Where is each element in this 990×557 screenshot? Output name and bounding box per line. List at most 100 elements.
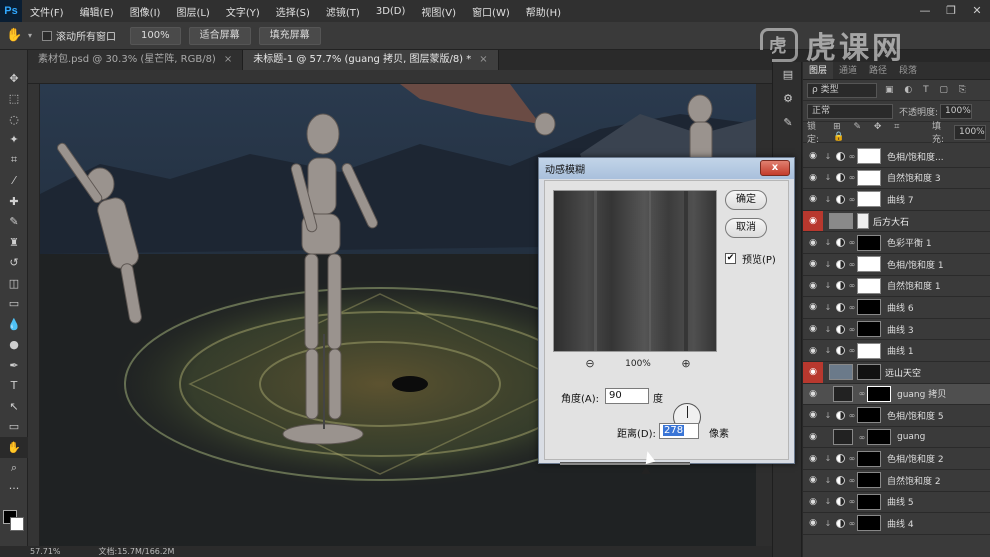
layer-row[interactable]: ◉ ↓ ∞ 曲线 4 <box>803 513 990 535</box>
chain-icon[interactable]: ∞ <box>857 433 867 442</box>
layer-mask-thumb[interactable] <box>857 277 881 294</box>
eye-icon[interactable]: ◉ <box>803 432 823 442</box>
layer-row[interactable]: ◉ ↓ ∞ 色相/饱和度 5 <box>803 405 990 427</box>
stamp-tool-icon[interactable]: ♜ <box>0 232 28 253</box>
distance-slider-thumb[interactable] <box>641 467 651 474</box>
restore-icon[interactable]: ❐ <box>938 0 964 22</box>
layer-mask-thumb[interactable] <box>857 256 881 273</box>
layer-group-row[interactable]: ◉ 远山天空 <box>803 361 990 384</box>
layer-row[interactable]: ◉ ↓ ∞ 曲线 6 <box>803 297 990 319</box>
healing-tool-icon[interactable]: ✚ <box>0 191 28 212</box>
menu-3d[interactable]: 3D(D) <box>368 6 414 17</box>
layer-mask-thumb[interactable] <box>857 407 881 424</box>
zoom-readout[interactable]: 57.71% <box>30 546 61 557</box>
angle-input[interactable]: 90 <box>605 388 649 404</box>
blend-mode-select[interactable]: 正常 <box>807 103 893 119</box>
scroll-all-checkbox[interactable] <box>42 30 53 41</box>
preview-checkbox-row[interactable]: ✔ 预览(P) <box>725 251 776 266</box>
eye-icon[interactable]: ◉ <box>803 259 823 269</box>
zoom-out-icon[interactable]: ⊖ <box>583 357 597 371</box>
layer-row[interactable]: ◉ ↓ ∞ 色相/饱和度 1 <box>803 254 990 276</box>
menu-layer[interactable]: 图层(L) <box>168 4 217 19</box>
crop-tool-icon[interactable]: ⌗ <box>0 150 28 171</box>
chevron-down-icon[interactable]: ▾ <box>28 31 32 40</box>
layer-row[interactable]: ◉ ↓ ∞ 曲线 5 <box>803 492 990 514</box>
menu-view[interactable]: 视图(V) <box>413 4 464 19</box>
layer-row-selected[interactable]: ◉ ∞ guang 拷贝 <box>803 383 990 406</box>
eye-icon[interactable]: ◉ <box>803 346 823 356</box>
chain-icon[interactable]: ∞ <box>847 303 857 312</box>
distance-slider-track[interactable] <box>560 462 690 465</box>
eye-icon[interactable]: ◉ <box>803 410 823 420</box>
layer-mask-thumb[interactable] <box>857 450 881 467</box>
layer-mask-thumb[interactable] <box>857 148 881 165</box>
layer-mask-thumb[interactable] <box>857 364 881 381</box>
move-tool-icon[interactable]: ✥ <box>0 68 28 89</box>
layer-group-row[interactable]: ◉ 后方大石 <box>803 210 990 233</box>
layer-row[interactable]: ◉ ↓ ∞ 色相/饱和度 2 <box>803 448 990 470</box>
chain-icon[interactable]: ∞ <box>847 454 857 463</box>
tab-channels[interactable]: 通道 <box>833 62 863 79</box>
pen-tool-icon[interactable]: ✒ <box>0 355 28 376</box>
tab-paths[interactable]: 路径 <box>863 62 893 79</box>
chain-icon[interactable]: ∞ <box>847 195 857 204</box>
eye-icon[interactable]: ◉ <box>803 475 823 485</box>
eyedropper-tool-icon[interactable]: ⁄ <box>0 171 28 192</box>
eye-icon[interactable]: ◉ <box>803 151 823 161</box>
dodge-tool-icon[interactable]: ● <box>0 335 28 356</box>
chain-icon[interactable]: ∞ <box>847 281 857 290</box>
close-tab-icon[interactable]: × <box>224 54 232 65</box>
chain-icon[interactable]: ∞ <box>847 260 857 269</box>
magic-wand-tool-icon[interactable]: ✦ <box>0 130 28 151</box>
chain-icon[interactable]: ∞ <box>847 476 857 485</box>
menu-edit[interactable]: 编辑(E) <box>72 4 122 19</box>
lasso-tool-icon[interactable]: ◌ <box>0 109 28 130</box>
tab-layers[interactable]: 图层 <box>803 62 834 79</box>
eye-icon[interactable]: ◉ <box>803 389 823 399</box>
layer-mask-thumb[interactable] <box>857 321 881 338</box>
layer-row[interactable]: ◉ ↓ ∞ 曲线 1 <box>803 340 990 362</box>
dialog-titlebar[interactable]: 动感模糊 x <box>539 158 794 179</box>
eye-icon[interactable]: ◉ <box>803 497 823 507</box>
adjustments-panel-icon[interactable]: ✎ <box>773 110 803 134</box>
eye-icon[interactable]: ◉ <box>803 518 823 528</box>
layer-row[interactable]: ◉ ↓ ∞ 色彩平衡 1 <box>803 232 990 254</box>
eraser-tool-icon[interactable]: ◫ <box>0 273 28 294</box>
layer-row[interactable]: ◉ ∞ guang <box>803 427 990 449</box>
dialog-close-button[interactable]: x <box>760 160 790 176</box>
eye-icon[interactable]: ◉ <box>803 173 823 183</box>
tab-paragraph[interactable]: 段落 <box>893 62 923 79</box>
tab-document-2[interactable]: 未标题-1 @ 57.7% (guang 拷贝, 图层蒙版/8) * × <box>243 50 499 70</box>
layer-row[interactable]: ◉ ↓ ∞ 曲线 7 <box>803 189 990 211</box>
opacity-input[interactable]: 100% <box>940 103 973 119</box>
preview-checkbox[interactable]: ✔ <box>725 253 736 264</box>
chain-icon[interactable]: ∞ <box>847 411 857 420</box>
cancel-button[interactable]: 取消 <box>725 218 767 238</box>
menu-window[interactable]: 窗口(W) <box>464 4 518 19</box>
layer-mask-thumb[interactable] <box>857 342 881 359</box>
layer-kind-filter[interactable]: ρ 类型 <box>807 82 877 98</box>
filter-icons[interactable]: ▣ ◐ T ▢ ⎘ <box>885 85 970 95</box>
type-tool-icon[interactable]: T <box>0 376 28 397</box>
eye-icon[interactable]: ◉ <box>803 454 823 464</box>
shape-tool-icon[interactable]: ▭ <box>0 417 28 438</box>
fill-screen-button[interactable]: 填充屏幕 <box>258 26 321 45</box>
hand-tool-icon[interactable]: ✋ <box>6 26 28 46</box>
chain-icon[interactable]: ∞ <box>847 238 857 247</box>
history-panel-icon[interactable]: ▤ <box>773 62 803 86</box>
eye-icon[interactable]: ◉ <box>803 281 823 291</box>
distance-input[interactable]: 278 <box>659 423 699 439</box>
chain-icon[interactable]: ∞ <box>847 519 857 528</box>
layer-row[interactable]: ◉ ↓ ∞ 色相/饱和度... <box>803 146 990 168</box>
eye-icon[interactable]: ◉ <box>803 361 823 383</box>
chain-icon[interactable]: ∞ <box>847 173 857 182</box>
layer-mask-thumb[interactable] <box>867 429 891 446</box>
more-tools-icon[interactable]: ··· <box>0 478 28 499</box>
ok-button[interactable]: 确定 <box>725 190 767 210</box>
eye-icon[interactable]: ◉ <box>803 302 823 312</box>
close-tab-icon[interactable]: × <box>479 54 487 65</box>
minimize-icon[interactable]: — <box>912 0 938 22</box>
chain-icon[interactable]: ∞ <box>847 497 857 506</box>
zoom-in-icon[interactable]: ⊕ <box>679 357 693 371</box>
menu-help[interactable]: 帮助(H) <box>518 4 569 19</box>
